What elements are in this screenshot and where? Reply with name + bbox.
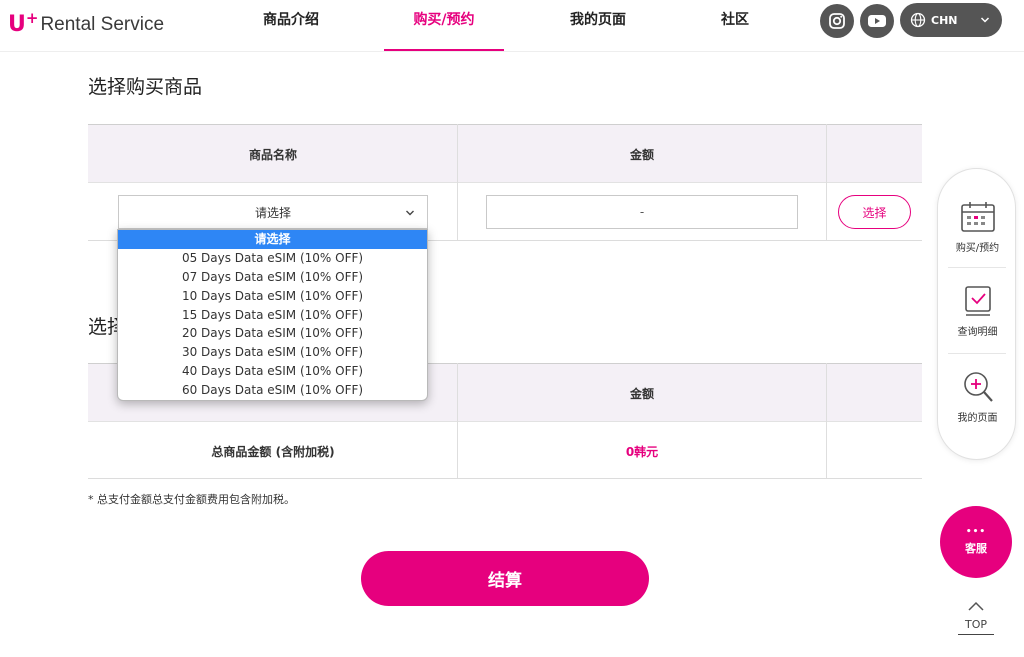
logo-text: Rental Service — [40, 14, 165, 35]
language-selector[interactable]: CHN — [900, 3, 1002, 37]
quick-menu-panel: 购买/预约 查询明细 我的页面 — [937, 168, 1016, 460]
nav-purchase-reserve[interactable]: 购买/预约 — [384, 0, 504, 51]
instagram-button[interactable] — [820, 4, 854, 38]
checklist-icon — [964, 286, 991, 316]
table-divider — [457, 363, 458, 479]
scroll-top-label: TOP — [958, 618, 994, 635]
product-select-value: 请选择 — [254, 205, 291, 220]
tax-note: * 总支付金额总支付金额费用包含附加税。 — [88, 493, 295, 506]
panel-divider — [948, 267, 1006, 268]
youtube-button[interactable] — [860, 4, 894, 38]
col-amount: 金额 — [629, 148, 654, 162]
quick-my-page[interactable]: 我的页面 — [938, 369, 1017, 424]
quick-purchase[interactable]: 购买/预约 — [938, 201, 1017, 254]
select-button[interactable]: 选择 — [838, 195, 911, 229]
product-select[interactable]: 请选择 — [118, 195, 428, 229]
dropdown-option[interactable]: 10 Days Data eSIM (10% OFF) — [118, 287, 427, 306]
table-divider — [457, 124, 458, 241]
calendar-icon — [960, 202, 995, 232]
table-bottom-border — [88, 478, 922, 479]
globe-icon — [910, 12, 926, 28]
nav-community[interactable]: 社区 — [700, 0, 770, 50]
quick-history-label: 查询明细 — [957, 327, 998, 338]
customer-service-button[interactable]: ••• 客服 — [940, 506, 1012, 578]
dropdown-option[interactable]: 05 Days Data eSIM (10% OFF) — [118, 249, 427, 268]
more-dots-icon: ••• — [965, 527, 987, 537]
dropdown-option[interactable]: 15 Days Data eSIM (10% OFF) — [118, 306, 427, 325]
chevron-down-icon — [980, 17, 990, 23]
quick-my-page-label: 我的页面 — [957, 413, 998, 424]
dropdown-option[interactable]: 20 Days Data eSIM (10% OFF) — [118, 324, 427, 343]
logo-mark: U — [8, 12, 26, 37]
checkout-button[interactable]: 结算 — [361, 551, 649, 606]
dropdown-option[interactable]: 30 Days Data eSIM (10% OFF) — [118, 343, 427, 362]
dropdown-option[interactable]: 60 Days Data eSIM (10% OFF) — [118, 381, 427, 400]
chevron-down-icon — [406, 210, 414, 216]
total-amount-label: 总商品金额 (含附加税) — [211, 445, 335, 459]
quick-purchase-label: 购买/预约 — [955, 243, 1000, 254]
language-label: CHN — [931, 13, 958, 27]
product-dropdown-list: 请选择 05 Days Data eSIM (10% OFF) 07 Days … — [117, 229, 428, 401]
total-amount-value: 0韩元 — [625, 445, 659, 459]
amount-field: - — [486, 195, 798, 229]
dropdown-option[interactable]: 40 Days Data eSIM (10% OFF) — [118, 362, 427, 381]
scroll-top-button[interactable]: TOP — [958, 600, 994, 635]
table-divider — [826, 363, 827, 479]
instagram-icon — [829, 13, 845, 29]
col-product-name: 商品名称 — [248, 148, 297, 162]
nav-my-page[interactable]: 我的页面 — [552, 0, 644, 50]
youtube-icon — [868, 15, 886, 27]
customer-service-label: 客服 — [965, 542, 987, 555]
logo-plus: + — [25, 9, 39, 27]
search-plus-icon — [963, 372, 993, 402]
dropdown-option[interactable]: 请选择 — [118, 230, 427, 249]
top-header: U + Rental Service 商品介绍 购买/预约 我的页面 社区 CH… — [0, 0, 1024, 52]
dropdown-option[interactable]: 07 Days Data eSIM (10% OFF) — [118, 268, 427, 287]
select-product-title: 选择购买商品 — [88, 76, 203, 98]
quick-history[interactable]: 查询明细 — [938, 285, 1017, 338]
col-amount-summary: 金额 — [629, 387, 654, 401]
chevron-up-icon — [968, 601, 984, 611]
panel-divider — [948, 353, 1006, 354]
brand-logo[interactable]: U + Rental Service — [8, 8, 164, 38]
nav-product-intro[interactable]: 商品介绍 — [245, 0, 337, 50]
table-divider — [826, 124, 827, 241]
